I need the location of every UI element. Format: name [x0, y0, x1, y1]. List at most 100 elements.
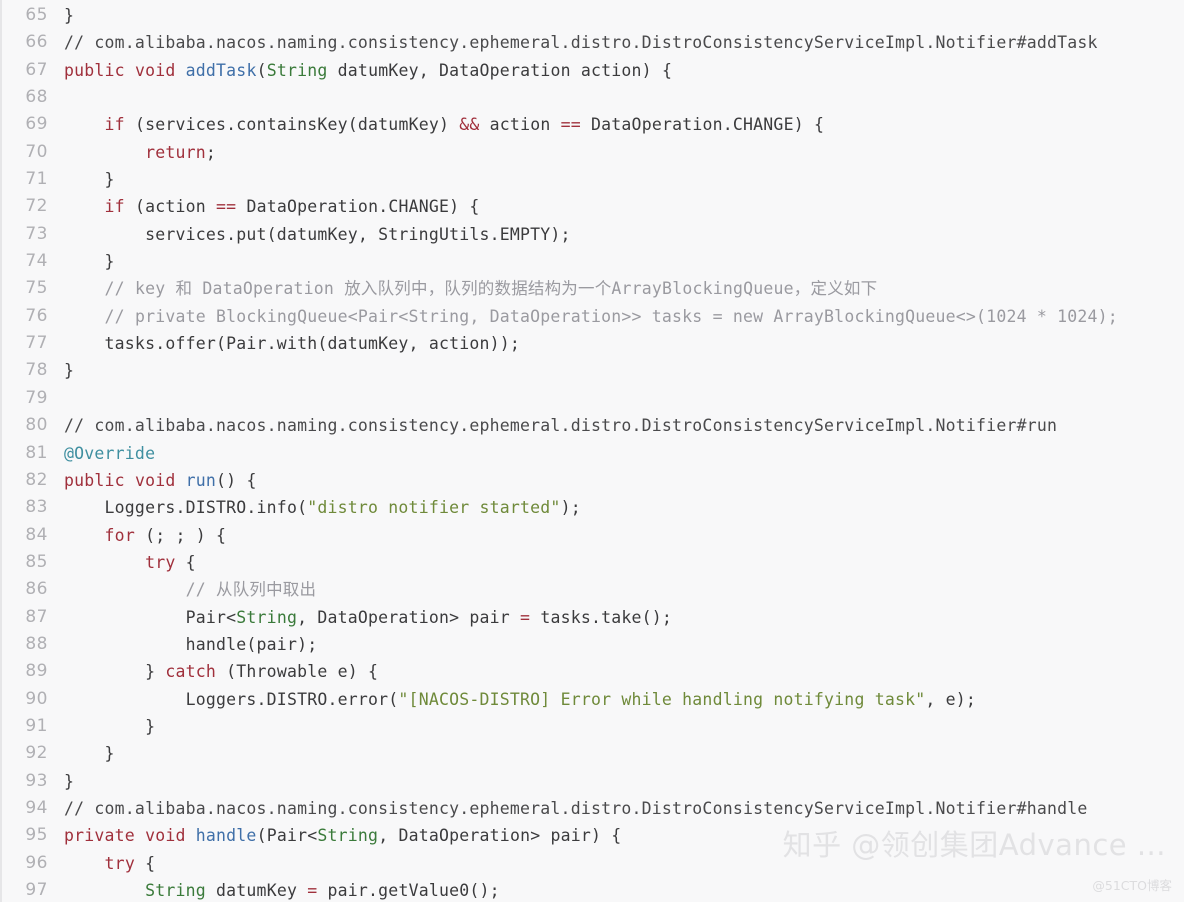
code-token: ; [205, 142, 217, 162]
line-number: 94 [25, 797, 48, 818]
code-token: ( [256, 60, 267, 80]
line-number: 68 [25, 87, 48, 108]
code-token: services.put(datumKey, StringUtils.EMPTY… [64, 224, 571, 244]
code-token: = [520, 607, 531, 627]
code-line-text: } [48, 740, 1184, 767]
code-token: // private BlockingQueue<Pair<String, Da… [104, 306, 1118, 326]
code-line: 83 Loggers.DISTRO.info("distro notifier … [2, 494, 1184, 521]
code-line-text: // 从队列中取出 [48, 576, 1184, 603]
line-number: 81 [25, 442, 48, 463]
code-line-text: Loggers.DISTRO.info("distro notifier sta… [48, 494, 1184, 521]
code-token: handle(pair); [64, 634, 318, 654]
line-number: 96 [25, 852, 48, 873]
line-number: 82 [25, 469, 48, 490]
code-line-text: // key 和 DataOperation 放入队列中，队列的数据结构为一个A… [48, 275, 1184, 302]
code-line: 75 // key 和 DataOperation 放入队列中，队列的数据结构为… [2, 275, 1184, 302]
code-line-text: private void handle(Pair<String, DataOpe… [48, 822, 1184, 849]
code-token: } [64, 716, 156, 736]
code-token: datumKey, DataOperation action) { [327, 60, 673, 80]
code-line: 96 try { [2, 850, 1184, 877]
code-line-text: handle(pair); [48, 631, 1184, 658]
code-line: 94 // com.alibaba.nacos.naming.consistenc… [2, 795, 1184, 822]
line-number: 67 [25, 59, 48, 80]
code-line-text: tasks.offer(Pair.with(datumKey, action))… [48, 330, 1184, 357]
code-token: () { [216, 470, 257, 490]
code-line: 71 } [2, 166, 1184, 193]
code-token: pair.getValue0(); [317, 881, 500, 900]
code-line: 85 try { [2, 549, 1184, 576]
line-number: 84 [25, 524, 48, 545]
code-token: public [64, 470, 125, 490]
code-line: 81 @Override [2, 440, 1184, 467]
code-line: 89 } catch (Throwable e) { [2, 658, 1184, 685]
code-token: try [104, 853, 135, 873]
code-line: 67 public void addTask(String datumKey, D… [2, 57, 1184, 84]
code-token: handle [195, 826, 257, 846]
line-number: 95 [25, 825, 48, 846]
code-line: 65} [2, 2, 1184, 29]
code-line-text: return; [48, 139, 1184, 166]
code-line: 84 for (; ; ) { [2, 522, 1184, 549]
code-token: return [145, 142, 206, 162]
code-line-text: Loggers.DISTRO.error("[NACOS-DISTRO] Err… [48, 686, 1184, 713]
code-token: == [560, 115, 581, 135]
code-line-text: } catch (Throwable e) { [48, 658, 1184, 685]
code-token: datumKey [205, 881, 308, 900]
code-token: ); [560, 498, 581, 518]
code-line-text: Pair<String, DataOperation> pair = tasks… [48, 604, 1184, 631]
code-line: 82 public void run() { [2, 467, 1184, 494]
code-line-text: // com.alibaba.nacos.naming.consistency.… [48, 412, 1184, 439]
code-token: = [307, 881, 318, 900]
code-token: } [64, 170, 115, 190]
code-token: (Throwable e) { [216, 662, 379, 682]
code-token: void [134, 470, 176, 490]
line-number: 88 [25, 633, 48, 654]
code-line: 80 // com.alibaba.nacos.naming.consistenc… [2, 412, 1184, 439]
code-line: 72 if (action == DataOperation.CHANGE) { [2, 193, 1184, 220]
code-line: 88 handle(pair); [2, 631, 1184, 658]
code-line-text: // com.alibaba.nacos.naming.consistency.… [48, 795, 1184, 822]
code-line-text: try { [48, 850, 1184, 877]
line-number: 89 [25, 661, 48, 682]
code-token: == [216, 197, 237, 217]
code-token: @Override [64, 443, 156, 463]
code-token: (; ; ) { [134, 525, 227, 545]
code-token: DataOperation.CHANGE) { [580, 115, 825, 135]
code-line: 74 } [2, 248, 1184, 275]
code-token: if [104, 197, 125, 217]
code-line: 69 if (services.containsKey(datumKey) &&… [2, 111, 1184, 138]
code-token: // com.alibaba.nacos.naming.consistency.… [64, 798, 1088, 818]
code-line: 90 Loggers.DISTRO.error("[NACOS-DISTRO] … [2, 686, 1184, 713]
code-token: && [459, 115, 480, 135]
line-number: 86 [25, 579, 48, 600]
code-line-text: @Override [48, 440, 1184, 467]
code-line: 66 // com.alibaba.nacos.naming.consistenc… [2, 29, 1184, 56]
code-token: catch [165, 662, 217, 682]
code-token: // com.alibaba.nacos.naming.consistency.… [64, 33, 1098, 53]
code-token: "distro notifier started" [307, 498, 561, 518]
line-number: 90 [25, 688, 48, 709]
line-number: 80 [25, 415, 48, 436]
line-number: 78 [25, 360, 48, 381]
code-line: 68 [2, 84, 1184, 111]
line-number: 79 [25, 387, 48, 408]
code-token: , DataOperation> pair [297, 607, 521, 627]
line-number: 72 [25, 196, 48, 217]
code-token: // 从队列中取出 [185, 580, 317, 600]
code-token: action [479, 115, 561, 135]
code-token: // key 和 DataOperation 放入队列中，队列的数据结构为一个A… [104, 279, 878, 299]
code-token: Pair< [64, 607, 237, 627]
code-token: tasks.take(); [530, 607, 673, 627]
line-number: 93 [25, 770, 48, 791]
line-number: 77 [25, 333, 48, 354]
code-token: DataOperation.CHANGE) { [236, 197, 480, 217]
code-token: try [145, 552, 176, 572]
